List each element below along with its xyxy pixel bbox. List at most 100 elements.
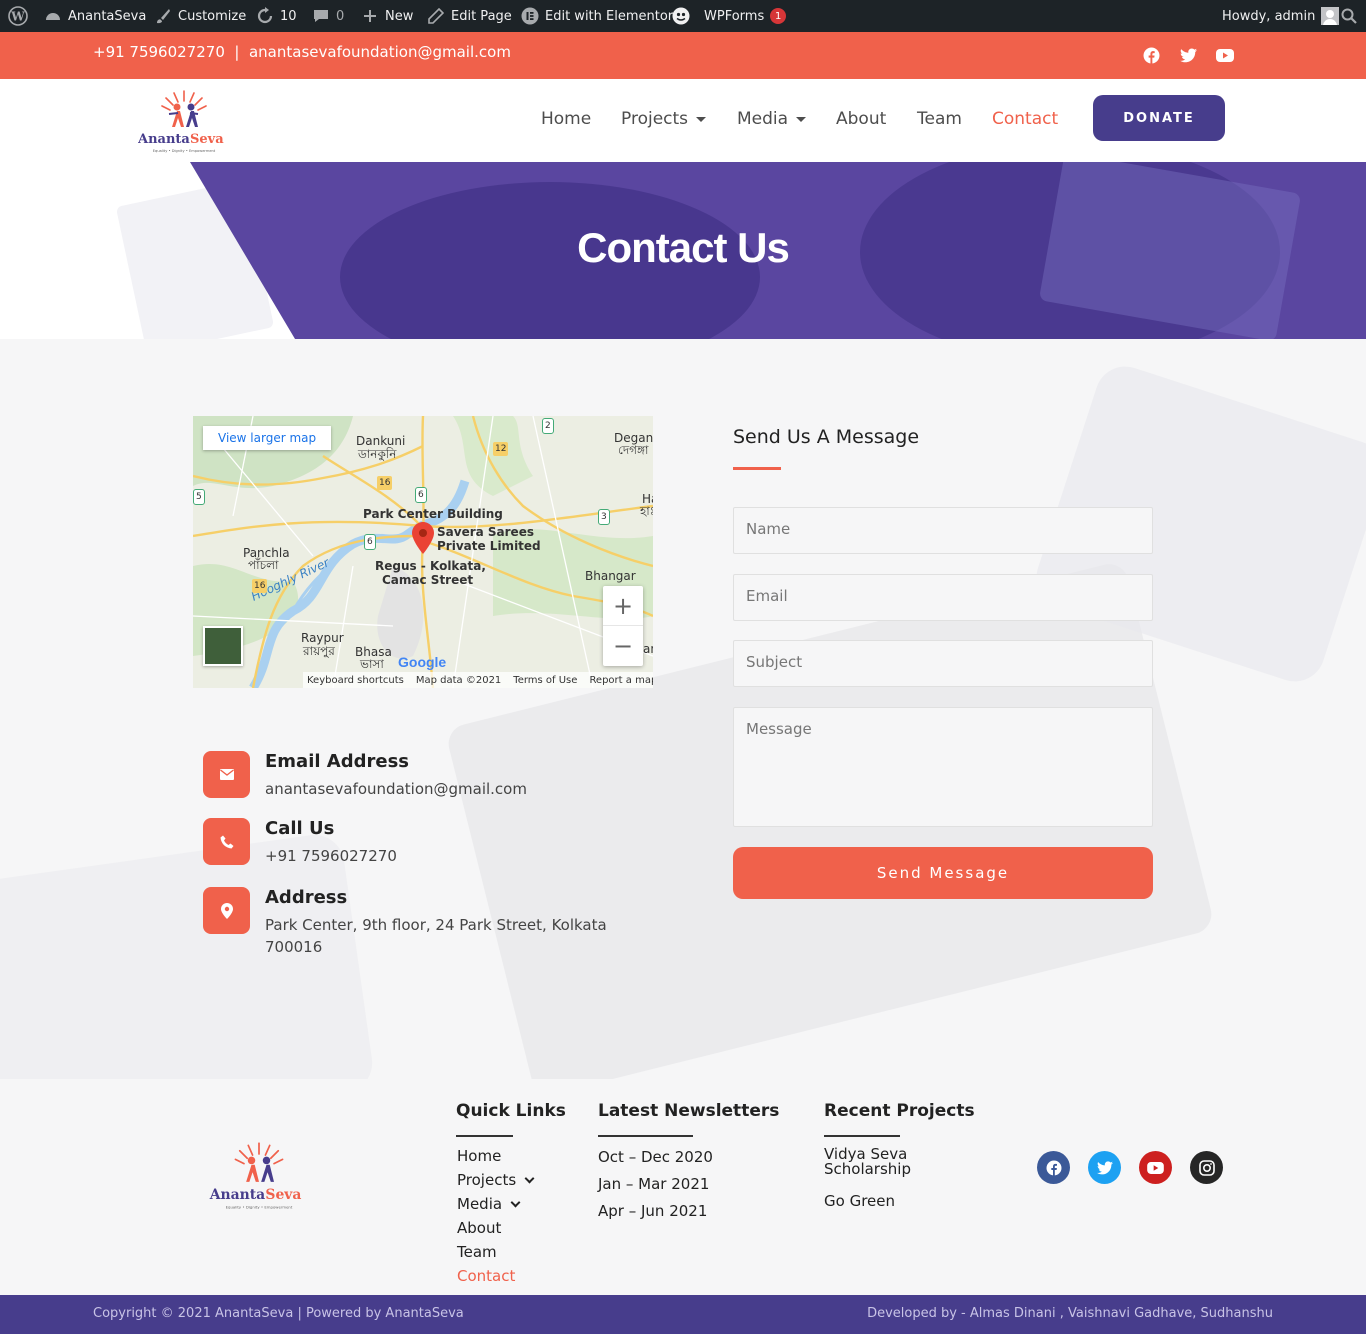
brush-icon [154,7,172,25]
admin-edit-page[interactable]: Edit Page [427,0,512,32]
column-underline [824,1135,900,1137]
twitter-icon[interactable] [1088,1151,1121,1184]
admin-new[interactable]: New [361,0,413,32]
admin-wpforms[interactable]: WPForms 1 [672,0,787,32]
facebook-icon[interactable] [1037,1151,1070,1184]
nav-contact[interactable]: Contact [992,109,1058,129]
map-marker-icon [203,887,250,934]
keyboard-shortcuts-link[interactable]: Keyboard shortcuts [307,675,404,686]
email-title: Email Address [265,751,410,772]
google-map[interactable]: View larger map Dankuni ডানকুনি Degang দ… [193,416,653,688]
caret-down-icon [796,116,807,122]
name-field[interactable]: Name [733,507,1153,554]
newsletter-link[interactable]: Jan – Mar 2021 [598,1175,709,1193]
map-label: Raypur [301,631,344,645]
satellite-toggle[interactable] [203,626,243,666]
call-title: Call Us [265,818,335,839]
page-hero: Contact Us [0,162,1366,339]
phone-value[interactable]: +91 7596027270 [265,845,645,867]
admin-account[interactable]: Howdy, admin [1222,0,1340,32]
map-label: Regus - Kolkata, [375,559,486,573]
email-info: Email Address anantasevafoundation@gmail… [203,751,663,811]
twitter-icon[interactable] [1179,46,1197,64]
footer-link-projects[interactable]: Projects [457,1171,535,1189]
logo-wordmark-part1: Ananta [138,132,190,147]
road-shield: 6 [415,487,427,503]
nav-team[interactable]: Team [917,109,962,129]
donate-button[interactable]: DONATE [1093,95,1225,141]
project-link[interactable]: Vidya Seva Scholarship [824,1147,934,1177]
map-label: রায়পুর [303,644,335,658]
send-message-button[interactable]: Send Message [733,847,1153,899]
zoom-in-button[interactable]: + [603,586,643,626]
developer-credits: Developed by - Almas Dinani , Vaishnavi … [867,1306,1273,1321]
footer-link-home[interactable]: Home [457,1147,501,1165]
top-contact-bar: +91 7596027270 | anantasevafoundation@gm… [0,32,1366,79]
newsletter-link[interactable]: Oct – Dec 2020 [598,1148,713,1166]
nav-about[interactable]: About [836,109,886,129]
youtube-icon[interactable] [1139,1151,1172,1184]
footer-link-media[interactable]: Media [457,1195,521,1213]
email-value[interactable]: anantasevafoundation@gmail.com [265,778,645,800]
copyright-text: Copyright © 2021 AnantaSeva | Powered by… [93,1306,464,1321]
avatar [1321,7,1340,25]
zoom-out-button[interactable]: − [603,626,643,666]
map-data-text: Map data ©2021 [415,674,502,686]
newsletters-title: Latest Newsletters [598,1101,780,1121]
contact-section: View larger map Dankuni ডানকুনি Degang দ… [0,339,1366,1079]
map-attribution: Keyboard shortcuts Map data ©2021 Terms … [303,672,653,688]
nav-home[interactable]: Home [541,109,591,129]
view-larger-map-link[interactable]: View larger map [203,426,332,450]
logo-wordmark-part1: Ananta [209,1187,265,1203]
wpforms-icon [672,7,690,25]
admin-customize[interactable]: Customize [154,0,246,32]
newsletters-column: Latest Newsletters [598,1101,779,1137]
admin-site-name[interactable]: AnantaSeva [44,0,146,32]
refresh-icon [256,7,274,25]
report-error-link[interactable]: Report a map error [589,675,653,686]
terms-link[interactable]: Terms of Use [513,675,577,686]
map-label: দেগঙ্গা [618,443,649,457]
recent-projects-title: Recent Projects [824,1101,975,1121]
nav-projects[interactable]: Projects [621,109,707,129]
road-shield: 6 [364,534,376,550]
column-underline [598,1135,693,1137]
subject-field[interactable]: Subject [733,640,1153,687]
call-info: Call Us +91 7596027270 [203,818,663,878]
map-label: ভাসা [360,657,384,671]
road-shield: 16 [252,579,268,593]
avatar-silhouette [1326,10,1335,18]
nav-media[interactable]: Media [737,109,807,129]
wp-admin-bar: W AnantaSeva Customize 10 0 New Edit Pag… [0,0,1366,32]
email-field[interactable]: Email [733,574,1153,621]
map-label: Bhangar [585,569,636,583]
footer-link-about[interactable]: About [457,1219,501,1237]
comment-icon [312,7,330,25]
footer-link-team[interactable]: Team [457,1243,497,1261]
message-field[interactable]: Message [733,707,1153,827]
svg-text:W: W [10,10,25,24]
newsletter-link[interactable]: Apr – Jun 2021 [598,1202,707,1220]
road-shield: 2 [542,418,554,434]
dashboard-icon [44,7,62,25]
logo-wordmark-part2: Seva [190,132,224,147]
form-title: Send Us A Message [733,426,920,448]
admin-search-icon[interactable] [1341,0,1357,32]
map-zoom-control: + − [603,586,643,666]
column-underline [456,1135,513,1137]
site-footer: Ananta Seva Equality • Dignity • Empower… [0,1079,1366,1295]
footer-link-contact[interactable]: Contact [457,1267,515,1285]
admin-comments[interactable]: 0 [312,0,344,32]
avatar-body [1323,19,1338,25]
instagram-icon[interactable] [1190,1151,1223,1184]
admin-edit-elementor[interactable]: Edit with Elementor [521,0,673,32]
site-logo[interactable]: Ananta Seva Equality • Dignity • Empower… [137,87,230,157]
project-link[interactable]: Go Green [824,1192,895,1210]
wordpress-logo-icon[interactable]: W [8,0,28,32]
facebook-icon[interactable] [1142,46,1160,64]
youtube-icon[interactable] [1216,46,1234,64]
elementor-icon [521,7,539,25]
title-underline [733,467,781,470]
footer-logo[interactable]: Ananta Seva Equality • Dignity • Empower… [208,1139,310,1214]
admin-updates[interactable]: 10 [256,0,297,32]
